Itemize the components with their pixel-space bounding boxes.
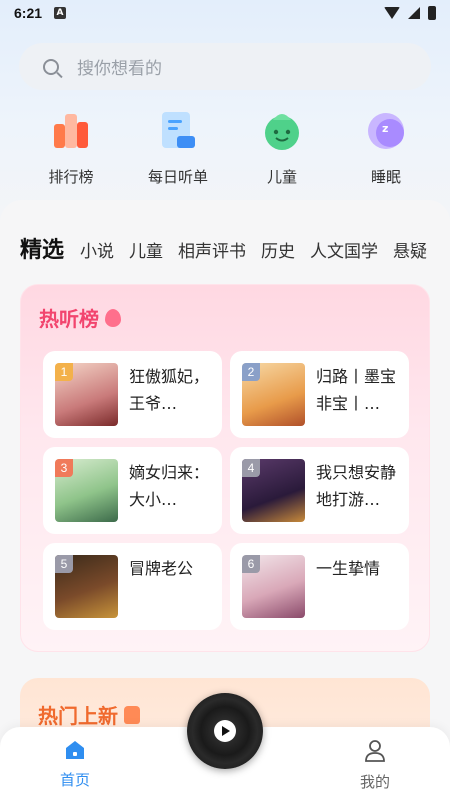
vinyl-player-button[interactable]: [187, 693, 263, 769]
category-tabs: 精选 小说 儿童 相声评书 历史 人文国学 悬疑: [20, 232, 442, 264]
wifi-icon: [384, 7, 400, 19]
status-bar: 6:21 A: [0, 0, 450, 26]
quick-item-daily-list[interactable]: 每日听单: [126, 108, 230, 187]
book-cover: 5: [55, 555, 118, 618]
book-title: 嫡女归来：大小…: [129, 463, 210, 509]
book-title: 冒牌老公: [129, 559, 194, 578]
thumbs-up-icon: [124, 705, 140, 724]
rank-badge: 2: [242, 363, 260, 381]
book-cover: 4: [242, 459, 305, 522]
book-cover: 6: [242, 555, 305, 618]
status-time: 6:21: [14, 5, 43, 21]
book-cover: 3: [55, 459, 118, 522]
rank-badge: 3: [55, 459, 73, 477]
profile-icon: [365, 740, 385, 762]
book-title: 我只想安静地打游…: [316, 463, 397, 509]
tab-children[interactable]: 儿童: [129, 237, 163, 262]
nav-home-label: 首页: [59, 771, 90, 789]
children-face-icon: [265, 114, 299, 150]
hot-list-card: 热听榜 1 狂傲狐妃，王爷… 2 归路丨墨宝非宝丨… 3 嫡女归来：大小… 4 …: [20, 284, 430, 652]
book-card[interactable]: 1 狂傲狐妃，王爷…: [43, 351, 222, 438]
tab-suspense[interactable]: 悬疑: [393, 237, 427, 262]
tab-crosstalk[interactable]: 相声评书: [178, 237, 246, 262]
book-title: 狂傲狐妃，王爷…: [129, 367, 210, 413]
rank-badge: 6: [242, 555, 260, 573]
tab-history[interactable]: 历史: [261, 237, 295, 262]
quick-menu: 排行榜 每日听单 儿童 z 睡眠: [0, 108, 450, 187]
quick-item-children[interactable]: 儿童: [230, 108, 334, 187]
nav-mine[interactable]: 我的: [345, 739, 405, 792]
daily-list-icon: [162, 112, 195, 148]
book-card[interactable]: 5 冒牌老公: [43, 543, 222, 630]
rank-badge: 1: [55, 363, 73, 381]
nav-home[interactable]: 首页: [45, 739, 105, 790]
rank-badge: 5: [55, 555, 73, 573]
tab-featured[interactable]: 精选: [20, 232, 64, 264]
book-card[interactable]: 4 我只想安静地打游…: [230, 447, 409, 534]
home-icon: [66, 741, 84, 759]
hot-list-title-text: 热听榜: [39, 307, 99, 331]
ranking-bars-icon: [54, 114, 88, 148]
search-placeholder: 搜你想看的: [77, 59, 162, 79]
flame-icon: [105, 308, 121, 327]
book-title: 一生挚情: [316, 559, 381, 578]
search-input[interactable]: 搜你想看的: [19, 43, 431, 90]
new-releases-title[interactable]: 热门上新: [38, 700, 140, 729]
rank-badge: 4: [242, 459, 260, 477]
quick-label: 排行榜: [48, 168, 94, 186]
book-cover: 2: [242, 363, 305, 426]
quick-label: 睡眠: [370, 168, 401, 186]
book-card[interactable]: 3 嫡女归来：大小…: [43, 447, 222, 534]
tab-novel[interactable]: 小说: [80, 237, 114, 262]
quick-label: 儿童: [266, 168, 297, 186]
quick-label: 每日听单: [147, 168, 208, 186]
signal-icon: [408, 7, 420, 19]
quick-item-ranking[interactable]: 排行榜: [19, 108, 123, 187]
book-cover: 1: [55, 363, 118, 426]
tab-humanities[interactable]: 人文国学: [310, 237, 378, 262]
quick-item-sleep[interactable]: z 睡眠: [334, 108, 438, 187]
book-card[interactable]: 6 一生挚情: [230, 543, 409, 630]
search-icon: [43, 58, 59, 75]
play-icon: [214, 720, 236, 742]
hot-list-title[interactable]: 热听榜: [39, 303, 121, 332]
sleep-moon-icon: z: [368, 113, 404, 149]
book-card[interactable]: 2 归路丨墨宝非宝丨…: [230, 351, 409, 438]
nav-mine-label: 我的: [359, 773, 390, 791]
svg-text:z: z: [382, 122, 388, 135]
new-releases-title-text: 热门上新: [38, 704, 118, 728]
book-title: 归路丨墨宝非宝丨…: [316, 367, 397, 413]
notification-badge-icon: A: [54, 7, 67, 19]
battery-icon: [428, 6, 436, 20]
